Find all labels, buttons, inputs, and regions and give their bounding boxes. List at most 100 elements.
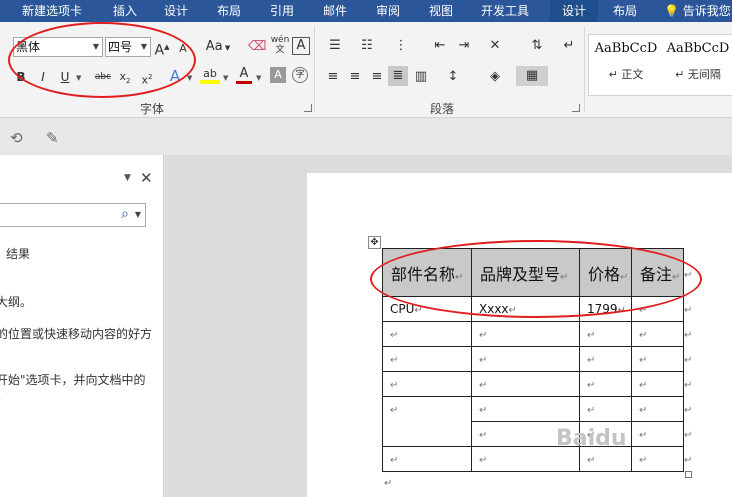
chevron-down-icon[interactable]: ▼ <box>135 210 141 219</box>
shading-icon[interactable]: ◈ <box>484 67 506 87</box>
lightbulb-icon: 💡 <box>664 4 679 18</box>
ribbon-tab-bar: 新建选项卡 插入 设计 布局 引用 邮件 审阅 视图 开发工具 设计 布局 💡 … <box>0 0 732 22</box>
enclose-characters-label: 字 <box>295 70 305 80</box>
table-cell[interactable]: ↵ <box>579 321 632 347</box>
font-color-label: A <box>239 66 249 81</box>
table-cell[interactable]: ↵ <box>382 446 472 472</box>
tab-mailings[interactable]: 邮件 <box>313 0 357 22</box>
table-cell[interactable]: ↵ <box>631 346 684 372</box>
row-end-mark: ↵ <box>684 430 693 441</box>
quick-toolbar: ⟲ ✎ <box>0 119 732 155</box>
multilevel-list-icon[interactable]: ⋮ <box>390 36 412 56</box>
justify-icon[interactable]: ≣ <box>388 66 408 86</box>
bullets-icon[interactable]: ☰ <box>324 36 346 56</box>
align-center-icon[interactable]: ≡ <box>346 67 364 87</box>
change-case-label: Aa <box>205 39 223 54</box>
character-border-button[interactable]: A <box>292 37 310 55</box>
chevron-down-icon[interactable]: ▼ <box>124 173 131 183</box>
group-separator <box>584 26 585 112</box>
style-normal[interactable]: AaBbCcD ↵ 正文 <box>591 41 661 82</box>
highlight-button[interactable]: ab <box>200 64 220 84</box>
tab-table-layout[interactable]: 布局 <box>602 0 648 22</box>
clear-format-icon[interactable]: ⌫ <box>248 37 266 57</box>
table-row: ↵ ↵ ↵ ↵ <box>382 446 684 472</box>
chevron-down-icon[interactable]: ▼ <box>256 74 261 82</box>
distributed-icon[interactable]: ▥ <box>412 67 430 87</box>
table-cell[interactable]: ↵ <box>631 446 684 472</box>
table-cell[interactable]: ↵ <box>471 321 580 347</box>
tell-me-label: 告诉我您 <box>682 4 731 18</box>
font-group-label: 字体 <box>140 102 165 116</box>
enclose-characters-button[interactable]: 字 <box>292 67 308 83</box>
decrease-indent-icon[interactable]: ⇤ <box>430 36 450 56</box>
increase-indent-icon[interactable]: ⇥ <box>454 36 474 56</box>
font-dialog-launcher-icon[interactable] <box>304 104 312 112</box>
numbering-icon[interactable]: ☷ <box>356 36 378 56</box>
font-color-bar <box>236 81 252 84</box>
table-cell[interactable]: ↵ <box>631 321 684 347</box>
table-resize-handle[interactable] <box>685 471 692 478</box>
chevron-down-icon[interactable]: ▼ <box>223 74 228 82</box>
nav-search-input[interactable]: ⌕ ▼ <box>0 203 146 227</box>
table-cell[interactable]: ↵ <box>471 346 580 372</box>
table-cell-merged[interactable]: ↵ <box>382 396 472 447</box>
table-cell[interactable]: ↵ <box>579 396 632 422</box>
nav-help-line: 大纲。 <box>0 295 33 309</box>
tab-insert[interactable]: 插入 <box>104 0 146 22</box>
tab-view[interactable]: 视图 <box>419 0 463 22</box>
table-move-handle-icon[interactable]: ✥ <box>368 236 381 249</box>
change-case-button[interactable]: Aa ▼ <box>204 37 232 57</box>
tab-layout[interactable]: 布局 <box>207 0 251 22</box>
close-icon[interactable]: ✕ <box>140 169 153 187</box>
line-spacing-icon[interactable]: ↕ <box>442 67 464 87</box>
table-cell[interactable]: ↵ <box>631 396 684 422</box>
tab-references[interactable]: 引用 <box>260 0 304 22</box>
table-cell[interactable]: ↵ <box>471 396 580 422</box>
tab-results[interactable]: 结果 <box>6 245 30 262</box>
table-cell[interactable]: ↵ <box>631 421 684 447</box>
nav-help-line: 的位置或快速移动内容的好方 <box>0 327 153 341</box>
highlight-color-bar <box>200 80 220 84</box>
show-marks-icon[interactable]: ↵ <box>562 36 576 56</box>
table-cell[interactable]: ↵ <box>382 321 472 347</box>
table-cell[interactable]: ↵ <box>382 371 472 397</box>
table-row: ↵ ↵ ↵ ↵ <box>382 321 684 347</box>
table-row: ↵ ↵ ↵ ↵ <box>382 346 684 372</box>
edit-icon[interactable]: ✎ <box>46 129 59 147</box>
refresh-icon[interactable]: ⟲ <box>10 129 23 147</box>
tab-table-design[interactable]: 设计 <box>550 0 598 22</box>
phonetic-guide-button[interactable]: wén 文 <box>270 35 290 55</box>
row-end-mark: ↵ <box>684 380 693 391</box>
tell-me-box[interactable]: 💡 告诉我您 <box>664 0 731 22</box>
table-cell[interactable]: ↵ <box>631 371 684 397</box>
tab-developer[interactable]: 开发工具 <box>472 0 538 22</box>
asian-layout-icon[interactable]: ✕ <box>484 36 506 56</box>
style-sample: AaBbCcD <box>666 41 730 56</box>
tab-review[interactable]: 审阅 <box>366 0 410 22</box>
align-left-icon[interactable]: ≡ <box>324 67 342 87</box>
table-cell[interactable]: ↵ <box>579 346 632 372</box>
row-end-mark: ↵ <box>684 455 693 466</box>
row-end-mark: ↵ <box>684 330 693 341</box>
style-no-spacing[interactable]: AaBbCcD ↵ 无间隔 <box>663 41 732 82</box>
search-icon[interactable]: ⌕ <box>121 206 129 222</box>
font-color-button[interactable]: A <box>236 64 252 84</box>
character-shading-label: A <box>274 68 282 81</box>
borders-icon[interactable]: ▦ <box>516 66 548 86</box>
table-cell[interactable]: ↵ <box>579 371 632 397</box>
paragraph-dialog-launcher-icon[interactable] <box>572 104 580 112</box>
tab-design[interactable]: 设计 <box>154 0 198 22</box>
table-cell[interactable]: ↵ <box>471 371 580 397</box>
row-end-mark: ↵ <box>684 305 693 316</box>
align-right-icon[interactable]: ≡ <box>368 67 386 87</box>
table-row: ↵ ↵ ↵ ↵ <box>382 396 684 447</box>
table-cell[interactable]: ↵ <box>382 346 472 372</box>
row-end-mark: ↵ <box>684 355 693 366</box>
nav-help-line: 开始"选项卡，并向文档中的 <box>0 373 146 387</box>
row-end-mark: ↵ <box>684 405 693 416</box>
chevron-down-icon: ▼ <box>222 44 231 52</box>
sort-icon[interactable]: ⇅ <box>528 36 546 56</box>
group-separator <box>314 26 315 112</box>
character-shading-button[interactable]: A <box>270 67 286 83</box>
tab-new-tab[interactable]: 新建选项卡 <box>0 0 104 22</box>
